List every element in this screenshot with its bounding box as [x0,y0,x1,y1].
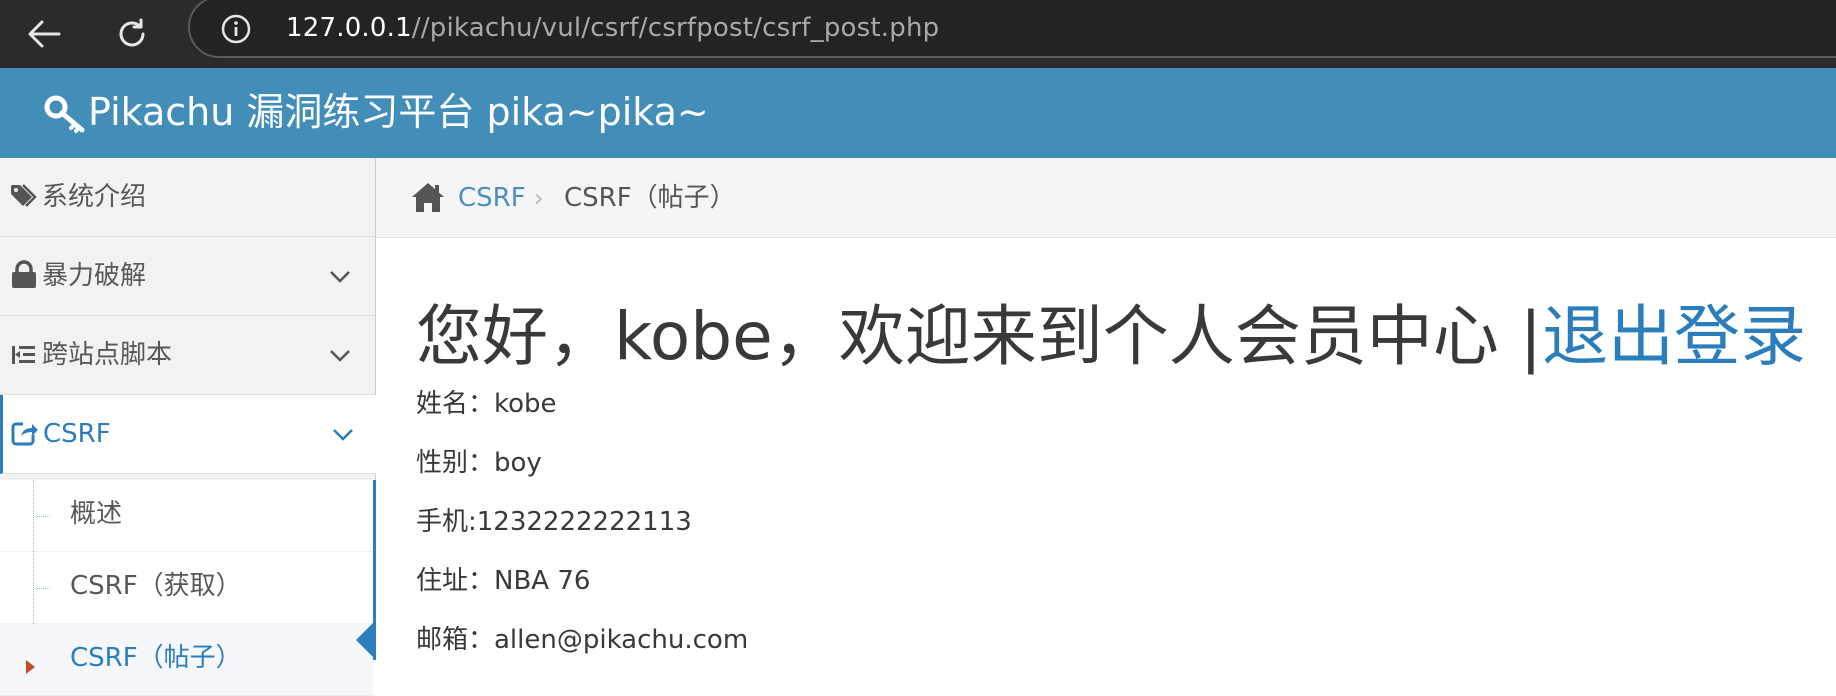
sidebar: 系统介绍 暴力破解 跨站点脚本 CSRF 概述 CSRF（获取） CSRF（帖子… [0,158,379,696]
submenu-item-label: CSRF（帖子） [70,643,242,673]
share-square-icon [11,422,38,446]
lock-icon [12,260,36,288]
sidebar-item-xss[interactable]: 跨站点脚本 [0,316,375,395]
indent-icon [12,346,35,364]
browser-toolbar: 127.0.0.1//pikachu/vul/csrf/csrfpost/csr… [0,0,1836,68]
url-text[interactable]: 127.0.0.1//pikachu/vul/csrf/csrfpost/csr… [286,10,939,46]
submenu-item-csrf-post[interactable]: CSRF（帖子） [0,624,373,696]
chevron-down-icon [330,271,350,283]
breadcrumb-separator: › [534,184,544,212]
submenu-branch-line [36,516,50,517]
arrow-left-icon [28,20,61,48]
submenu-item-overview[interactable]: 概述 [0,480,373,552]
chevron-down-icon [330,350,350,362]
breadcrumb-current: CSRF（帖子） [564,183,736,213]
logout-link[interactable]: 退出登录 [1542,298,1806,375]
sidebar-item-label: 系统介绍 [42,182,147,212]
main-content: 您好，kobe，欢迎来到个人会员中心 |退出登录 姓名：kobe 性别：boy … [376,238,1836,658]
reload-button[interactable] [110,12,154,56]
breadcrumb: CSRF › CSRF（帖子） [376,158,1836,238]
welcome-text: 您好，kobe，欢迎来到个人会员中心 | [416,298,1542,375]
sidebar-item-label: 暴力破解 [42,261,147,291]
chevron-down-icon [333,429,353,441]
submenu-item-label: 概述 [70,499,123,529]
reload-icon [119,18,145,47]
user-address-field: 住址：NBA 76 [416,566,591,596]
caret-right-icon [26,660,35,674]
sidebar-item-csrf[interactable]: CSRF [0,395,379,474]
submenu-item-csrf-get[interactable]: CSRF（获取） [0,552,373,624]
breadcrumb-link-csrf[interactable]: CSRF [458,180,526,216]
user-name-field: 姓名：kobe [416,389,557,419]
back-button[interactable] [22,12,66,56]
sidebar-item-label: 跨站点脚本 [42,340,173,370]
user-gender-field: 性别：boy [416,448,542,478]
csrf-submenu: 概述 CSRF（获取） CSRF（帖子） [0,480,376,696]
submenu-item-label: CSRF（获取） [70,571,242,601]
sidebar-item-bruteforce[interactable]: 暴力破解 [0,237,375,316]
sidebar-item-label: CSRF [43,419,111,449]
tags-icon [11,184,37,207]
brand-title[interactable]: Pikachu 漏洞练习平台 pika~pika~ [88,87,709,137]
submenu-branch-line [36,588,50,589]
user-email-field: 邮箱：allen@pikachu.com [416,625,749,655]
url-path: //pikachu/vul/csrf/csrfpost/csrf_post.ph… [411,13,940,43]
url-host: 127.0.0.1 [286,13,412,43]
sidebar-item-intro[interactable]: 系统介绍 [0,158,375,237]
site-info-icon[interactable] [220,13,252,45]
key-icon [44,95,85,133]
home-icon[interactable] [410,180,446,214]
site-header: Pikachu 漏洞练习平台 pika~pika~ [0,68,1836,158]
active-indicator-arrow [356,620,376,660]
user-phone-field: 手机:1232222222113 [416,507,692,537]
welcome-heading: 您好，kobe，欢迎来到个人会员中心 |退出登录 [416,294,1806,380]
